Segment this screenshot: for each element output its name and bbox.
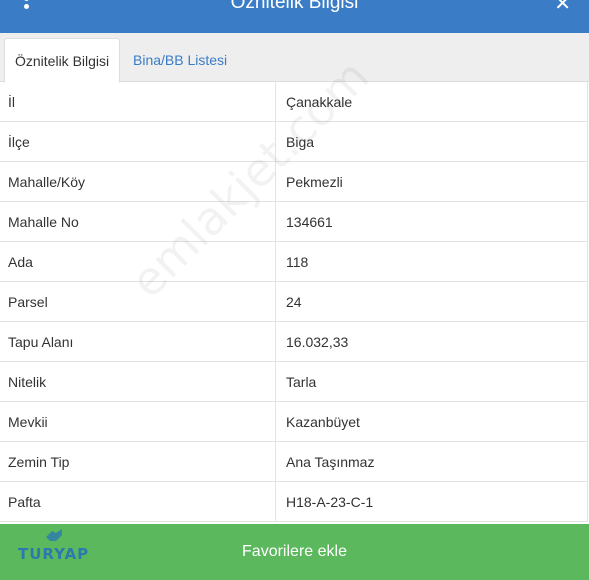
row-value: Kazanbüyet <box>286 414 360 430</box>
logo-text: TURYAP <box>18 545 90 563</box>
tab-attribute-info[interactable]: Öznitelik Bilgisi <box>4 38 121 83</box>
table-row: Mahalle No 134661 <box>0 202 587 242</box>
row-value: Tarla <box>286 374 317 390</box>
handshake-icon <box>46 529 62 541</box>
row-value: 16.032,33 <box>286 334 349 350</box>
row-value: 134661 <box>286 214 333 230</box>
row-value: H18-A-23-C-1 <box>286 494 374 510</box>
table-row: Tapu Alanı 16.032,33 <box>0 322 587 362</box>
header-bar: Öznitelik Bilgisi ✕ <box>0 0 589 33</box>
row-value: 118 <box>286 254 309 270</box>
row-value: Ana Taşınmaz <box>286 454 375 470</box>
tab-bar: Öznitelik Bilgisi Bina/BB Listesi <box>0 33 589 83</box>
row-key: Mevkii <box>8 414 48 430</box>
tab-building-list[interactable]: Bina/BB Listesi <box>123 38 237 82</box>
row-key: Mahalle/Köy <box>8 174 86 190</box>
row-key: Pafta <box>8 494 41 510</box>
page-title: Öznitelik Bilgisi <box>230 0 359 13</box>
turyap-logo: TURYAP <box>18 525 98 565</box>
row-key: Parsel <box>8 294 48 310</box>
row-key: Nitelik <box>8 374 47 390</box>
row-key: Tapu Alanı <box>8 334 74 350</box>
table-row: Mevkii Kazanbüyet <box>0 402 587 442</box>
table-row: Ada 118 <box>0 242 587 282</box>
row-key: İlçe <box>8 134 30 150</box>
row-key: Ada <box>8 254 33 270</box>
row-value: 24 <box>286 294 302 310</box>
table-row: Parsel 24 <box>0 282 587 322</box>
row-key: Zemin Tip <box>8 454 70 470</box>
row-key: Mahalle No <box>8 214 79 230</box>
table-row: Nitelik Tarla <box>0 362 587 402</box>
close-icon[interactable]: ✕ <box>554 0 571 16</box>
row-key: İl <box>8 94 15 110</box>
table-row: Pafta H18-A-23-C-1 <box>0 482 587 522</box>
table-row: Zemin Tip Ana Taşınmaz <box>0 442 587 482</box>
